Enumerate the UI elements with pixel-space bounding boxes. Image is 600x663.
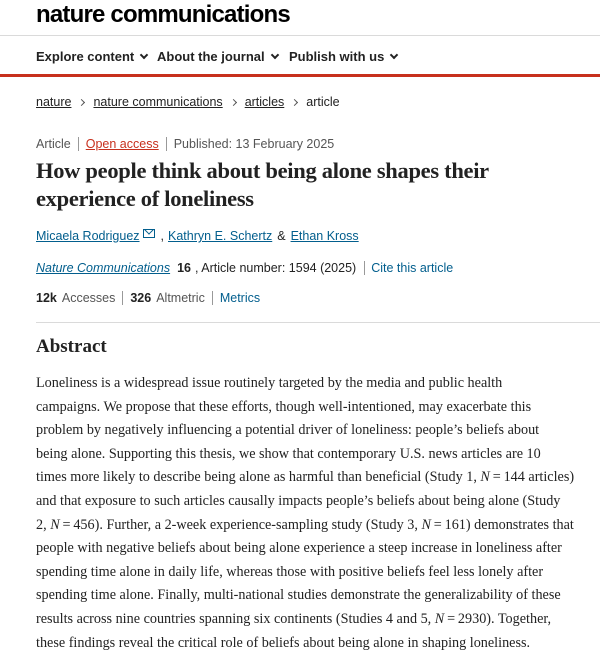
published-date: Published: 13 February 2025 xyxy=(173,137,335,151)
journal-link[interactable]: Nature Communications xyxy=(36,261,170,275)
nav-publish-with-us[interactable]: Publish with us xyxy=(289,49,399,64)
abstract-line: problem by negatively influencing a pote… xyxy=(36,422,540,439)
divider xyxy=(211,291,213,305)
chevron-down-icon xyxy=(140,50,149,59)
breadcrumb-articles[interactable]: articles xyxy=(245,95,285,109)
chevron-down-icon xyxy=(390,50,399,59)
abstract-line: people with negative beliefs about being… xyxy=(36,540,562,557)
abstract-line: these findings reveal the critical role … xyxy=(36,634,531,651)
abstract-line: spending time alone. Finally, multi-nati… xyxy=(36,587,561,604)
breadcrumb-nature[interactable]: nature xyxy=(36,95,71,109)
author-link[interactable]: Micaela Rodriguez xyxy=(36,229,140,243)
altmetric-count: 326 xyxy=(130,291,152,305)
abstract-line: being alone. Supporting this thesis, we … xyxy=(36,445,541,462)
author-conjunction: & xyxy=(277,229,286,243)
divider xyxy=(165,137,167,151)
mail-icon[interactable] xyxy=(142,228,155,238)
accesses-label: Accesses xyxy=(61,291,116,305)
citation-info: Nature Communications 16 , Article numbe… xyxy=(36,261,453,275)
cite-this-article-link[interactable]: Cite this article xyxy=(371,261,453,275)
article-type: Article xyxy=(36,137,71,151)
main-nav: Explore content About the journal Publis… xyxy=(0,37,600,77)
chevron-right-icon xyxy=(229,98,237,106)
author-list: Micaela Rodriguez , Kathryn E. Schertz &… xyxy=(36,228,359,243)
abstract-line: spending time alone in daily life, where… xyxy=(36,563,544,580)
volume-number: 16 xyxy=(177,261,191,275)
divider xyxy=(77,137,79,151)
abstract-line: campaigns. We propose that these efforts… xyxy=(36,398,532,415)
abstract-line: Loneliness is a widespread issue routine… xyxy=(36,375,503,391)
breadcrumb-nature-communications[interactable]: nature communications xyxy=(93,95,222,109)
article-metrics: 12k Accesses 326 Altmetric Metrics xyxy=(36,291,260,305)
author-separator: , xyxy=(160,229,165,243)
abstract-line: 2, N = 456). Further, a 2-week experienc… xyxy=(36,516,574,533)
divider xyxy=(364,261,366,275)
metrics-link[interactable]: Metrics xyxy=(220,291,260,305)
abstract-text: Loneliness is a widespread issue routine… xyxy=(36,372,596,655)
nav-explore-content[interactable]: Explore content xyxy=(36,49,149,64)
abstract-line: results across nine countries spanning s… xyxy=(36,610,552,627)
article-meta: Article Open access Published: 13 Februa… xyxy=(36,137,334,151)
chevron-right-icon xyxy=(291,98,299,106)
breadcrumb: nature nature communications articles ar… xyxy=(36,95,340,109)
altmetric-label: Altmetric xyxy=(156,291,205,305)
divider xyxy=(122,291,124,305)
section-divider xyxy=(36,322,600,323)
breadcrumb-current: article xyxy=(306,95,340,109)
nav-label: About the journal xyxy=(157,49,265,64)
open-access-link[interactable]: Open access xyxy=(86,137,159,151)
accesses-count: 12k xyxy=(36,291,57,305)
article-title: How people think about being alone shape… xyxy=(36,158,489,211)
chevron-down-icon xyxy=(270,50,279,59)
nav-label: Publish with us xyxy=(289,49,385,64)
nav-about-journal[interactable]: About the journal xyxy=(157,49,279,64)
article-number: , Article number: 1594 (2025) xyxy=(195,261,357,275)
abstract-heading: Abstract xyxy=(36,336,107,357)
abstract-line: and that exposure to such articles causa… xyxy=(36,492,561,509)
journal-logo[interactable]: nature communications xyxy=(36,0,291,30)
author-link[interactable]: Ethan Kross xyxy=(291,229,359,243)
author-link[interactable]: Kathryn E. Schertz xyxy=(168,229,272,243)
abstract-line: times more likely to describe being alon… xyxy=(36,469,575,486)
brand-header: nature communications xyxy=(0,0,600,36)
nav-label: Explore content xyxy=(36,49,135,64)
chevron-right-icon xyxy=(78,98,86,106)
